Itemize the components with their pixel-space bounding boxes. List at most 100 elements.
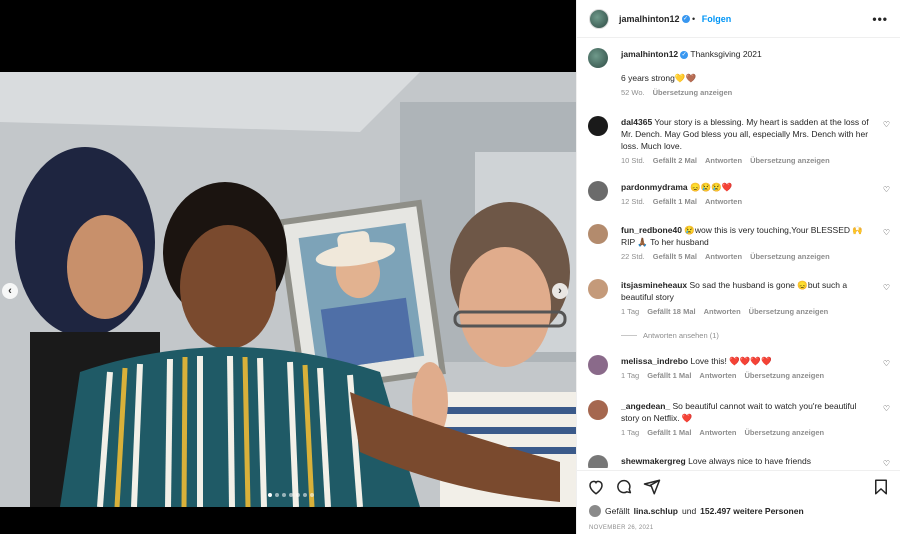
comment-like-button[interactable]: ♡ bbox=[883, 404, 890, 413]
commenter-avatar[interactable] bbox=[588, 400, 608, 420]
comment-translate-button[interactable]: Übersetzung anzeigen bbox=[750, 156, 830, 165]
comment-translate-button[interactable]: Übersetzung anzeigen bbox=[745, 371, 825, 380]
comment-like-button[interactable]: ♡ bbox=[883, 283, 890, 292]
liker-username[interactable]: lina.schlup bbox=[634, 506, 678, 516]
comment-item: dal4365 Your story is a blessing. My hea… bbox=[577, 116, 900, 165]
commenter-avatar[interactable] bbox=[588, 279, 608, 299]
commenter-username[interactable]: dal4365 bbox=[621, 117, 652, 127]
comment-text: 😞😢😢❤️ bbox=[689, 182, 733, 192]
caption-translate-button[interactable]: Übersetzung anzeigen bbox=[653, 88, 733, 97]
commenter-username[interactable]: shewmakergreg bbox=[621, 456, 686, 466]
heart-icon: ♡ bbox=[882, 185, 890, 194]
carousel-dot bbox=[289, 493, 293, 497]
commenter-avatar[interactable] bbox=[588, 355, 608, 375]
like-button[interactable] bbox=[587, 478, 605, 498]
comment-like-button[interactable]: ♡ bbox=[883, 228, 890, 237]
comment-likes-button[interactable]: Gefällt 2 Mal bbox=[653, 156, 697, 165]
comment-time: 10 Std. bbox=[621, 156, 645, 165]
comment-reply-button[interactable]: Antworten bbox=[705, 252, 742, 261]
comment-button[interactable] bbox=[615, 478, 633, 498]
caption-text: 6 years strong💛🤎 bbox=[621, 73, 697, 83]
likes-prefix: Gefällt bbox=[605, 506, 630, 516]
comment-like-button[interactable]: ♡ bbox=[883, 359, 890, 368]
heart-icon: ♡ bbox=[882, 459, 890, 468]
comment-like-button[interactable]: ♡ bbox=[883, 185, 890, 194]
comment-translate-button[interactable]: Übersetzung anzeigen bbox=[745, 428, 825, 437]
commenter-avatar[interactable] bbox=[588, 455, 608, 468]
carousel-dot bbox=[296, 493, 300, 497]
comment-time: 1 Tag bbox=[621, 428, 640, 437]
comment-like-button[interactable]: ♡ bbox=[883, 120, 890, 129]
comment-item: itsjasmineheaux So sad the husband is go… bbox=[577, 279, 900, 316]
post-header: jamalhinton12 ✓ • Folgen ••• bbox=[577, 0, 900, 38]
share-icon bbox=[643, 479, 661, 494]
chevron-right-icon: › bbox=[558, 285, 562, 297]
likes-middle: und bbox=[681, 506, 697, 516]
comment-time: 22 Std. bbox=[621, 252, 645, 261]
comment-item: pardonmydrama 😞😢😢❤️ 12 Std. Gefällt 1 Ma… bbox=[577, 181, 900, 206]
next-slide-button[interactable]: › bbox=[552, 283, 568, 299]
commenter-username[interactable]: pardonmydrama bbox=[621, 182, 688, 192]
comment-text: Love always nice to have friends bbox=[688, 456, 811, 466]
comment-translate-button[interactable]: Übersetzung anzeigen bbox=[749, 307, 829, 316]
more-options-button[interactable]: ••• bbox=[872, 12, 888, 26]
carousel-dot bbox=[282, 493, 286, 497]
commenter-username[interactable]: _angedean_ bbox=[621, 401, 670, 411]
post-actions bbox=[577, 470, 900, 504]
save-button[interactable] bbox=[872, 478, 890, 498]
carousel-dot bbox=[268, 493, 272, 497]
comment-reply-button[interactable]: Antworten bbox=[699, 371, 736, 380]
commenter-avatar[interactable] bbox=[588, 181, 608, 201]
commenter-avatar[interactable] bbox=[588, 116, 608, 136]
comment-reply-button[interactable]: Antworten bbox=[704, 307, 741, 316]
carousel-dot bbox=[275, 493, 279, 497]
liker-avatar[interactable] bbox=[589, 505, 601, 517]
view-replies-button[interactable]: Antworten ansehen (1) bbox=[621, 331, 719, 340]
carousel-dot bbox=[310, 493, 314, 497]
heart-icon: ♡ bbox=[882, 359, 890, 368]
caption-time: 52 Wo. bbox=[621, 88, 645, 97]
comment-time: 12 Std. bbox=[621, 197, 645, 206]
post-date: NOVEMBER 26, 2021 bbox=[589, 525, 654, 531]
comment-likes-button[interactable]: Gefällt 1 Mal bbox=[653, 197, 697, 206]
comment-like-button[interactable]: ♡ bbox=[883, 459, 890, 468]
author-username[interactable]: jamalhinton12 bbox=[619, 14, 680, 24]
comment-likes-button[interactable]: Gefällt 18 Mal bbox=[647, 307, 695, 316]
commenter-username[interactable]: fun_redbone40 bbox=[621, 225, 682, 235]
heart-icon: ♡ bbox=[882, 283, 890, 292]
comment-likes-button[interactable]: Gefällt 1 Mal bbox=[647, 371, 691, 380]
likes-count-button[interactable]: 152.497 weitere Personen bbox=[700, 506, 803, 516]
bookmark-icon bbox=[875, 479, 887, 494]
author-avatar[interactable] bbox=[589, 8, 609, 29]
post-side-panel: jamalhinton12 ✓ • Folgen ••• jamalhinton1… bbox=[576, 0, 900, 534]
likes-summary: Gefällt lina.schlup und 152.497 weitere … bbox=[589, 505, 888, 517]
author-info: jamalhinton12 ✓ • Folgen bbox=[619, 14, 731, 24]
heart-icon: ♡ bbox=[882, 404, 890, 413]
comments-list: jamalhinton12 ✓ Thanksgiving 2021 6 years… bbox=[577, 44, 900, 468]
caption-username[interactable]: jamalhinton12 bbox=[621, 49, 678, 59]
commenter-username[interactable]: itsjasmineheaux bbox=[621, 280, 687, 290]
heart-icon bbox=[589, 480, 603, 495]
comment-reply-button[interactable]: Antworten bbox=[705, 197, 742, 206]
photo-illustration bbox=[0, 72, 576, 507]
heart-icon: ♡ bbox=[882, 120, 890, 129]
share-button[interactable] bbox=[643, 478, 661, 498]
previous-slide-button[interactable]: ‹ bbox=[2, 283, 18, 299]
comment-item: fun_redbone40 😢wow this is very touching… bbox=[577, 224, 900, 261]
comment-likes-button[interactable]: Gefällt 1 Mal bbox=[647, 428, 691, 437]
heart-icon: ♡ bbox=[882, 228, 890, 237]
comment-item: shewmakergreg Love always nice to have f… bbox=[577, 455, 900, 468]
comment-icon bbox=[617, 479, 632, 493]
comment-reply-button[interactable]: Antworten bbox=[699, 428, 736, 437]
verified-badge-icon: ✓ bbox=[681, 15, 690, 24]
caption: jamalhinton12 ✓ Thanksgiving 2021 6 years… bbox=[577, 48, 900, 97]
comment-translate-button[interactable]: Übersetzung anzeigen bbox=[750, 252, 830, 261]
replies-divider bbox=[621, 335, 637, 336]
commenter-avatar[interactable] bbox=[588, 224, 608, 244]
commenter-username[interactable]: melissa_indrebo bbox=[621, 356, 688, 366]
comment-reply-button[interactable]: Antworten bbox=[705, 156, 742, 165]
post-photo[interactable] bbox=[0, 72, 576, 507]
follow-button[interactable]: Folgen bbox=[702, 14, 732, 24]
comment-likes-button[interactable]: Gefällt 5 Mal bbox=[653, 252, 697, 261]
caption-avatar[interactable] bbox=[588, 48, 608, 68]
